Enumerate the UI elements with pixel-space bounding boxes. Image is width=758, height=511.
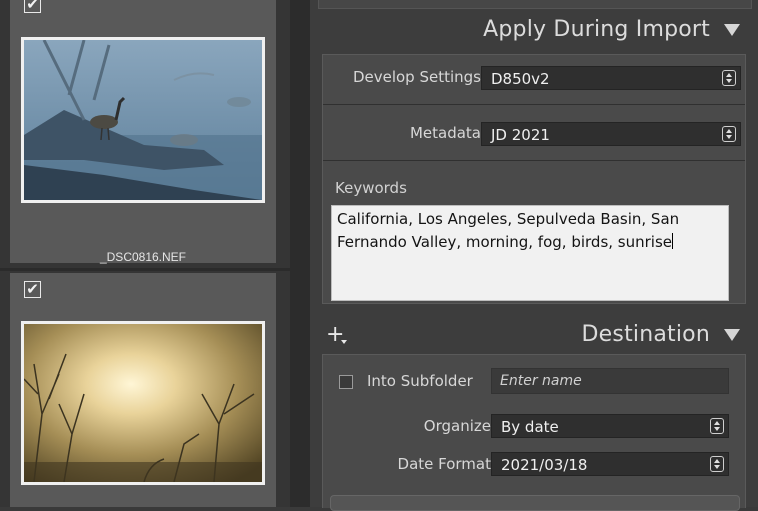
- include-photo-checkbox[interactable]: ✔: [24, 0, 41, 13]
- subfolder-name-input[interactable]: Enter name: [491, 368, 729, 394]
- photo-cell[interactable]: ✔: [10, 273, 276, 507]
- text-cursor: [672, 233, 673, 249]
- import-settings-panel: Apply During Import Develop Settings D85…: [310, 0, 758, 511]
- select-stepper-icon: [722, 126, 736, 142]
- apply-during-import-header[interactable]: Apply During Import: [310, 12, 758, 56]
- keywords-line: Fernando Valley, morning, fog, birds, su…: [337, 233, 672, 251]
- keywords-group: Keywords California, Los Angeles, Sepulv…: [323, 161, 745, 303]
- date-format-select[interactable]: 2021/03/18: [491, 452, 729, 476]
- keywords-line: California, Los Angeles, Sepulveda Basin…: [337, 210, 680, 228]
- import-filmstrip: ✔ _DSC0816.NEF ✔: [0, 0, 290, 507]
- date-format-value: 2021/03/18: [501, 456, 588, 474]
- apply-during-import-section: Develop Settings D850v2 Metadata JD 2021…: [322, 54, 746, 304]
- into-subfolder-label: Into Subfolder: [367, 372, 473, 390]
- add-preset-dropdown-icon[interactable]: [341, 340, 347, 344]
- keywords-textarea[interactable]: California, Los Angeles, Sepulveda Basin…: [331, 205, 729, 301]
- include-photo-checkbox[interactable]: ✔: [24, 281, 41, 298]
- previous-section-edge: [318, 0, 752, 9]
- photo-thumbnail-goose[interactable]: [21, 37, 265, 203]
- photo-filename: _DSC0816.NEF: [99, 250, 187, 264]
- develop-settings-select[interactable]: D850v2: [481, 66, 741, 90]
- develop-settings-value: D850v2: [491, 70, 550, 88]
- photo-thumbnail-sunrise[interactable]: [21, 321, 265, 485]
- collapse-triangle-icon[interactable]: [724, 24, 740, 36]
- cell-divider: [0, 268, 290, 271]
- select-stepper-icon: [722, 70, 736, 86]
- destination-header[interactable]: + Destination: [310, 315, 758, 359]
- date-format-label: Date Format: [397, 455, 491, 473]
- metadata-label: Metadata: [409, 124, 481, 142]
- photo-cell[interactable]: ✔: [10, 0, 276, 264]
- collapse-triangle-icon[interactable]: [724, 329, 740, 341]
- organize-label: Organize: [423, 417, 491, 435]
- metadata-value: JD 2021: [491, 126, 550, 144]
- organize-select[interactable]: By date: [491, 414, 729, 438]
- select-stepper-icon: [710, 456, 724, 472]
- develop-settings-label: Develop Settings: [352, 68, 481, 86]
- foggy-sunrise-image: [24, 324, 262, 482]
- section-title: Apply During Import: [483, 17, 710, 42]
- organize-value: By date: [501, 418, 559, 436]
- metadata-select[interactable]: JD 2021: [481, 122, 741, 146]
- goose-in-fog-image: [24, 40, 262, 200]
- destination-section: Into Subfolder Enter name Organize By da…: [322, 354, 746, 508]
- into-subfolder-checkbox[interactable]: [339, 375, 353, 389]
- subfolder-placeholder: Enter name: [500, 373, 582, 389]
- select-stepper-icon: [710, 418, 724, 434]
- keywords-label: Keywords: [335, 179, 407, 197]
- folder-browser-edge[interactable]: [330, 495, 740, 511]
- row-divider: [323, 104, 745, 105]
- section-title: Destination: [581, 322, 710, 347]
- panel-divider[interactable]: [290, 0, 310, 507]
